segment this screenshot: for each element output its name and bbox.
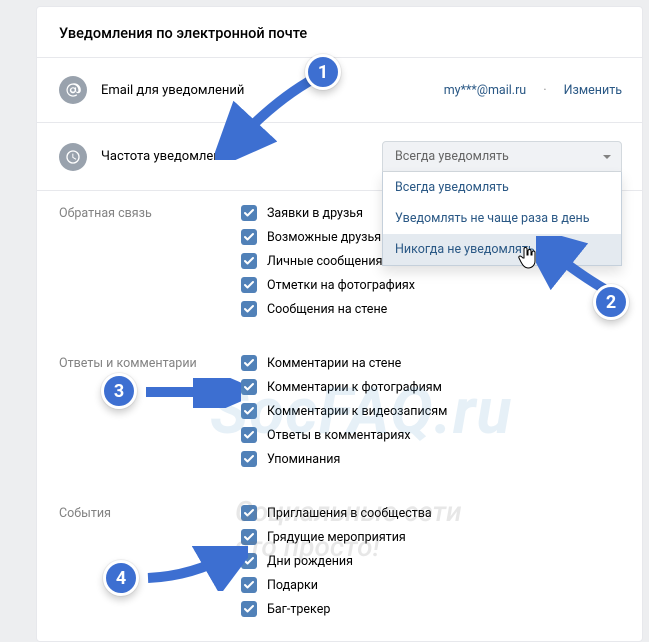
checkbox-checked-icon bbox=[241, 229, 257, 245]
checkbox-label: Комментарии к фотографиям bbox=[267, 380, 442, 395]
dropdown-toggle[interactable]: Всегда уведомлять bbox=[382, 141, 622, 172]
checkbox-checked-icon bbox=[241, 355, 257, 371]
settings-card: Уведомления по электронной почте Email д… bbox=[36, 6, 643, 642]
checkbox-checked-icon bbox=[241, 379, 257, 395]
checkbox-label: Возможные друзья bbox=[267, 230, 381, 245]
checkbox-label: Комментарии к видеозаписям bbox=[267, 404, 447, 419]
section-title: Обратная связь bbox=[59, 201, 241, 341]
checkbox-option[interactable]: Баг-трекер bbox=[241, 597, 622, 621]
frequency-dropdown[interactable]: Всегда уведомлять Всегда уведомлять Увед… bbox=[382, 141, 622, 172]
checkbox-option[interactable]: Комментарии к фотографиям bbox=[241, 375, 622, 399]
frequency-row: Частота уведомлений Всегда уведомлять Вс… bbox=[37, 123, 642, 191]
checkbox-checked-icon bbox=[241, 577, 257, 593]
checkbox-label: Грядущие мероприятия bbox=[267, 530, 406, 545]
checkbox-checked-icon bbox=[241, 529, 257, 545]
checkbox-option[interactable]: Подарки bbox=[241, 573, 622, 597]
checkbox-label: Баг-трекер bbox=[267, 602, 330, 617]
checkbox-checked-icon bbox=[241, 451, 257, 467]
options-list: Приглашения в сообщества Грядущие меропри… bbox=[241, 501, 622, 641]
annotation-badge-4: 4 bbox=[103, 560, 139, 596]
annotation-badge-2: 2 bbox=[593, 284, 629, 320]
checkbox-option[interactable]: Комментарии к видеозаписям bbox=[241, 399, 622, 423]
frequency-label: Частота уведомлений bbox=[101, 149, 368, 164]
at-icon bbox=[59, 76, 87, 104]
checkbox-label: Подарки bbox=[267, 578, 318, 593]
checkbox-option[interactable]: Комментарии на стене bbox=[241, 351, 622, 375]
section-title: События bbox=[59, 501, 241, 641]
checkbox-option[interactable]: Сообщения на стене bbox=[241, 297, 622, 321]
checkbox-checked-icon bbox=[241, 505, 257, 521]
dropdown-menu: Всегда уведомлять Уведомлять не чаще раз… bbox=[382, 172, 622, 266]
checkbox-label: Ответы в комментариях bbox=[267, 428, 411, 443]
cursor-hand-icon bbox=[518, 246, 538, 270]
checkbox-option[interactable]: Ответы в комментариях bbox=[241, 423, 622, 447]
annotation-badge-1: 1 bbox=[305, 54, 341, 90]
checkbox-label: Комментарии на стене bbox=[267, 356, 401, 371]
clock-icon bbox=[59, 143, 87, 171]
checkbox-option[interactable]: Грядущие мероприятия bbox=[241, 525, 622, 549]
separator: · bbox=[540, 83, 549, 98]
section-title: Ответы и комментарии bbox=[59, 351, 241, 491]
checkbox-option[interactable]: Приглашения в сообщества bbox=[241, 501, 622, 525]
dropdown-option-daily[interactable]: Уведомлять не чаще раза в день bbox=[383, 203, 621, 234]
checkbox-label: Упоминания bbox=[267, 452, 340, 467]
page-title: Уведомления по электронной почте bbox=[37, 7, 642, 58]
checkbox-option[interactable]: Упоминания bbox=[241, 447, 622, 471]
checkbox-checked-icon bbox=[241, 403, 257, 419]
checkbox-checked-icon bbox=[241, 253, 257, 269]
checkbox-label: Дни рождения bbox=[267, 554, 353, 569]
checkbox-checked-icon bbox=[241, 205, 257, 221]
dropdown-option-never[interactable]: Никогда не уведомлять bbox=[383, 234, 621, 265]
checkbox-label: Отметки на фотографиях bbox=[267, 278, 415, 293]
checkbox-checked-icon bbox=[241, 601, 257, 617]
change-email-link[interactable]: Изменить bbox=[564, 83, 622, 98]
checkbox-label: Личные сообщения bbox=[267, 254, 382, 269]
checkbox-checked-icon bbox=[241, 553, 257, 569]
email-value: my***@mail.ru bbox=[444, 83, 527, 98]
email-label: Email для уведомлений bbox=[101, 83, 430, 98]
options-list: Комментарии на стене Комментарии к фотогр… bbox=[241, 351, 622, 491]
checkbox-label: Сообщения на стене bbox=[267, 302, 387, 317]
checkbox-checked-icon bbox=[241, 301, 257, 317]
settings-section: Ответы и комментарииКомментарии на стене… bbox=[37, 341, 642, 491]
checkbox-checked-icon bbox=[241, 277, 257, 293]
checkbox-option[interactable]: Отметки на фотографиях bbox=[241, 273, 622, 297]
checkbox-label: Приглашения в сообщества bbox=[267, 506, 432, 521]
checkbox-label: Заявки в друзья bbox=[267, 206, 363, 221]
checkbox-checked-icon bbox=[241, 427, 257, 443]
annotation-badge-3: 3 bbox=[101, 373, 137, 409]
checkbox-option[interactable]: Дни рождения bbox=[241, 549, 622, 573]
dropdown-option-always[interactable]: Всегда уведомлять bbox=[383, 172, 621, 203]
